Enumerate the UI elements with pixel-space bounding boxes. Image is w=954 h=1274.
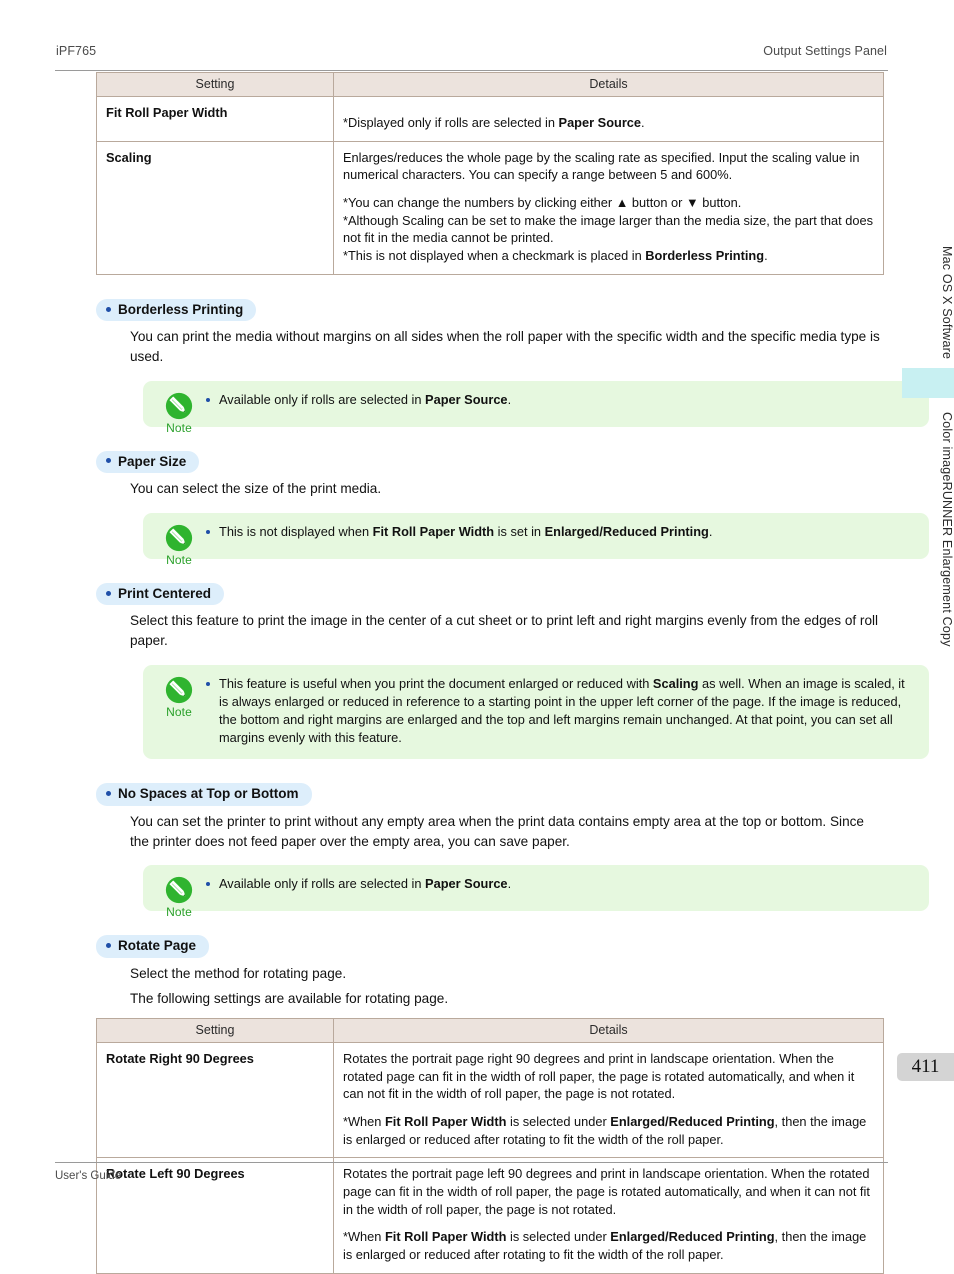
rail-label-bottom: Color imageRUNNER Enlargement Copy — [940, 411, 954, 647]
bullet-dot-icon — [106, 791, 111, 797]
table-body: Fit Roll Paper Width *Displayed only if … — [96, 96, 884, 275]
document-page: iPF765 Output Settings Panel Setting Det… — [0, 0, 954, 1274]
section-body: You can select the size of the print med… — [130, 481, 382, 497]
table-body: Rotate Right 90 Degrees Rotates the port… — [96, 1042, 884, 1274]
table-row: Fit Roll Paper Width *Displayed only if … — [96, 96, 884, 142]
note-text: Available only if rolls are selected in … — [206, 391, 915, 409]
note-caption: Note — [166, 905, 192, 920]
section-heading-label: Rotate Page — [118, 938, 197, 954]
bullet-dot-icon — [106, 590, 111, 596]
column-header-details: Details — [333, 72, 884, 97]
chapter-side-rail: Mac OS X Software Color imageRUNNER Enla… — [900, 0, 954, 1235]
settings-table-bottom: Setting Details Rotate Right 90 Degrees … — [96, 1018, 884, 1274]
column-header-setting: Setting — [96, 72, 334, 97]
section-body: Select this feature to print the image i… — [130, 613, 879, 648]
setting-name: Fit Roll Paper Width — [96, 96, 334, 142]
page-number-badge: 411 — [897, 1053, 954, 1081]
note-icon-group: Note — [157, 875, 201, 919]
note-pencil-icon — [165, 524, 193, 551]
note-pencil-icon — [165, 877, 193, 904]
header-section-title: Output Settings Panel — [763, 44, 887, 58]
table-row: Scaling Enlarges/reduces the whole page … — [96, 140, 884, 275]
note-pencil-icon — [165, 676, 193, 703]
page-content: Setting Details Fit Roll Paper Width *Di… — [96, 72, 929, 1274]
chapter-tab-marker — [902, 368, 954, 398]
settings-table-top: Setting Details Fit Roll Paper Width *Di… — [96, 72, 884, 275]
note-callout: Note This is not displayed when Fit Roll… — [143, 512, 929, 567]
section-heading-label: Print Centered — [118, 585, 212, 601]
section-body: Select the method for rotating page. — [130, 965, 347, 981]
section-body: You can print the media without margins … — [130, 329, 880, 364]
note-callout: Note This feature is useful when you pri… — [143, 664, 929, 760]
section-heading-pill: Rotate Page — [96, 935, 210, 958]
section-rotate-page: Rotate Page Select the method for rotati… — [96, 935, 883, 1009]
header-model-name: iPF765 — [56, 44, 97, 58]
column-header-details: Details — [333, 1018, 884, 1044]
note-text: This is not displayed when Fit Roll Pape… — [206, 523, 915, 541]
running-footer: User's Guide — [55, 1162, 888, 1182]
section-heading-label: No Spaces at Top or Bottom — [118, 786, 299, 802]
note-callout: Note Available only if rolls are selecte… — [143, 865, 929, 919]
setting-details: *Displayed only if rolls are selected in… — [333, 96, 884, 142]
setting-details: Rotates the portrait page right 90 degre… — [333, 1042, 884, 1159]
note-text: Available only if rolls are selected in … — [206, 875, 915, 893]
table-header-row: Setting Details — [96, 72, 884, 97]
bullet-dot-icon — [106, 458, 111, 464]
note-caption: Note — [166, 552, 192, 567]
note-caption: Note — [166, 420, 192, 435]
bullet-dot-icon — [106, 306, 111, 312]
section-no-spaces-top-bottom: No Spaces at Top or Bottom You can set t… — [96, 783, 929, 919]
note-callout: Note Available only if rolls are selecte… — [143, 380, 929, 435]
footer-label: User's Guide — [55, 1170, 122, 1182]
section-heading-label: Borderless Printing — [118, 301, 244, 317]
note-icon-group: Note — [157, 523, 201, 567]
setting-name: Rotate Right 90 Degrees — [96, 1042, 334, 1159]
section-borderless-printing: Borderless Printing You can print the me… — [96, 298, 929, 435]
section-body-secondary: The following settings are available for… — [130, 991, 449, 1007]
section-heading-pill: Print Centered — [96, 582, 225, 606]
section-print-centered: Print Centered Select this feature to pr… — [96, 582, 929, 760]
note-text: This feature is useful when you print th… — [206, 675, 915, 748]
table-header-row: Setting Details — [96, 1018, 884, 1044]
note-icon-group: Note — [157, 675, 201, 719]
setting-name: Scaling — [96, 140, 334, 275]
section-heading-pill: Paper Size — [96, 450, 200, 474]
section-heading-pill: No Spaces at Top or Bottom — [96, 783, 312, 806]
section-heading-pill: Borderless Printing — [96, 298, 257, 322]
note-icon-group: Note — [157, 391, 201, 435]
section-heading-label: Paper Size — [118, 453, 187, 469]
note-pencil-icon — [165, 392, 193, 419]
setting-details: Enlarges/reduces the whole page by the s… — [333, 140, 884, 275]
bullet-dot-icon — [106, 943, 111, 949]
section-paper-size: Paper Size You can select the size of th… — [96, 450, 929, 567]
running-header: iPF765 Output Settings Panel — [55, 44, 888, 71]
column-header-setting: Setting — [96, 1018, 334, 1044]
note-caption: Note — [166, 704, 192, 719]
table-row: Rotate Right 90 Degrees Rotates the port… — [96, 1042, 884, 1159]
rail-label-top: Mac OS X Software — [940, 246, 954, 360]
section-body: You can set the printer to print without… — [130, 813, 864, 849]
